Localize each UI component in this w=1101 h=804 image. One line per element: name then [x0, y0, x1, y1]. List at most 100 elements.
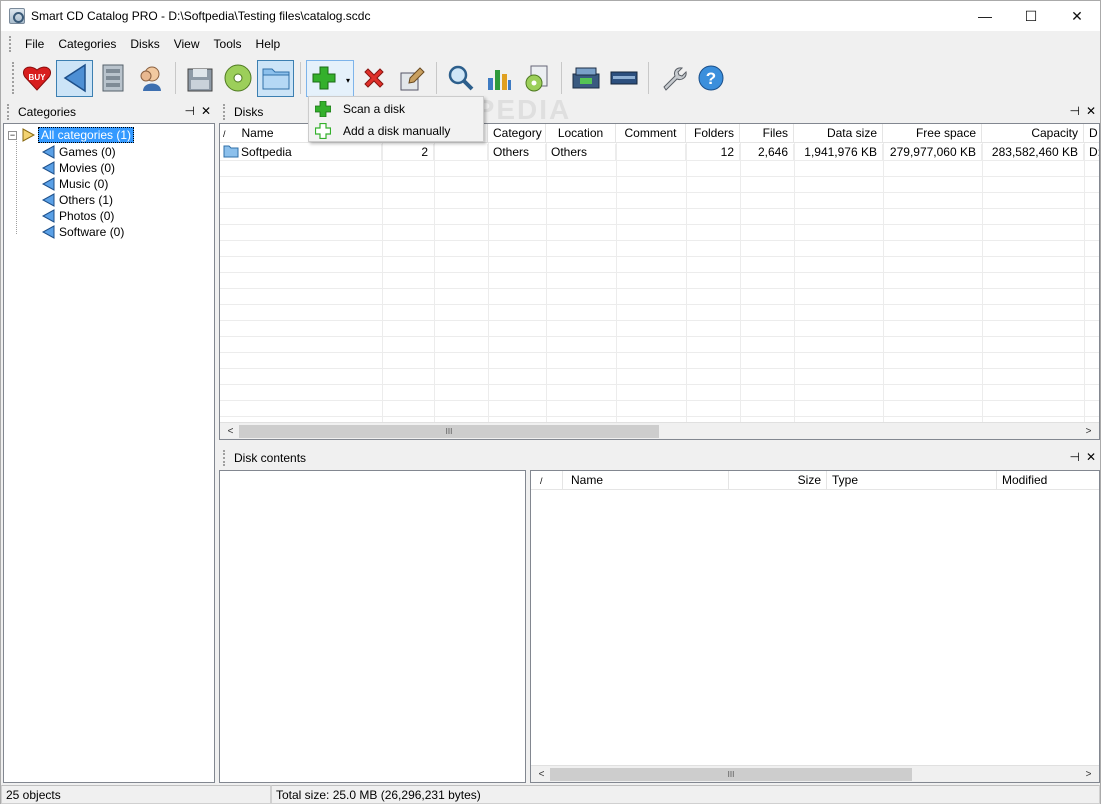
dropdown-arrow-icon[interactable]: ▾	[346, 76, 350, 85]
scroll-right-icon[interactable]: >	[1080, 423, 1097, 439]
tree-node-category[interactable]: Music (0)	[41, 177, 108, 191]
table-row[interactable]: Softpedia 2 Others Others 12 2,646 1,941,976 K…	[220, 144, 1099, 160]
settings-button[interactable]	[654, 60, 691, 97]
disks-hscrollbar[interactable]: < III >	[220, 422, 1099, 439]
search-button[interactable]	[442, 60, 479, 97]
column-header[interactable]: Category	[488, 124, 546, 143]
help-button[interactable]: ?	[692, 60, 729, 97]
column-label: Files	[762, 126, 788, 140]
column-header[interactable]: Name	[563, 471, 729, 490]
column-label: Name	[571, 473, 604, 487]
report-cd-icon	[525, 65, 547, 92]
column-label: Modified	[1002, 473, 1048, 487]
category-triangle-icon	[41, 209, 55, 223]
files-grid-header: / Name Size Type Modified	[531, 471, 1099, 490]
panel-grip[interactable]	[223, 450, 226, 466]
tree-node-category[interactable]: Software (0)	[41, 225, 124, 239]
close-panel-icon[interactable]: ✕	[1086, 450, 1096, 464]
column-header[interactable]: Location	[546, 124, 616, 143]
table-cell: 279,977,060 KB	[883, 144, 982, 160]
cell-text: 2	[421, 145, 428, 159]
menu-disks[interactable]: Disks	[123, 35, 166, 53]
column-header[interactable]: Type	[827, 471, 997, 490]
menu-view[interactable]: View	[167, 35, 207, 53]
files-hscrollbar[interactable]: < III >	[531, 765, 1099, 782]
grid-vline	[1084, 143, 1085, 423]
column-header[interactable]: Data size	[794, 124, 883, 143]
tree-node-category[interactable]: Games (0)	[41, 145, 116, 159]
pin-icon[interactable]: ⊣	[1069, 450, 1079, 464]
tree-node-category[interactable]: Others (1)	[41, 193, 113, 207]
disks-view-button[interactable]	[94, 60, 131, 97]
status-total-size: Total size: 25.0 MB (26,296,231 bytes)	[271, 785, 1100, 804]
menu-help[interactable]: Help	[249, 35, 288, 53]
folder-button[interactable]	[257, 59, 294, 97]
window-controls: — ☐ ✕	[962, 1, 1100, 31]
toolbar-separator	[175, 62, 176, 94]
menu-tools[interactable]: Tools	[207, 35, 249, 53]
add-disk-split-button[interactable]: ▾	[306, 59, 354, 97]
drive-button[interactable]	[605, 60, 642, 97]
close-panel-icon[interactable]: ✕	[201, 104, 211, 118]
categories-view-icon	[63, 63, 86, 93]
column-header[interactable]: Folders	[686, 124, 740, 143]
scroll-left-icon[interactable]: <	[533, 766, 550, 782]
scroll-right-icon[interactable]: >	[1080, 766, 1097, 782]
categories-tree[interactable]: − All categories (1) Games (0) Movies (0)…	[3, 123, 215, 783]
close-panel-icon[interactable]: ✕	[1086, 104, 1096, 118]
scan-disk-menu-item[interactable]: Scan a disk	[309, 98, 483, 120]
cd-disk-button[interactable]	[219, 60, 256, 97]
scan-floppy-button[interactable]	[181, 60, 218, 97]
report-button[interactable]	[518, 60, 555, 97]
tree-node-category[interactable]: Movies (0)	[41, 161, 115, 175]
column-header[interactable]: D	[1084, 124, 1099, 143]
tree-node-label: Music (0)	[59, 177, 109, 191]
folder-tree-pane[interactable]	[219, 470, 526, 783]
column-header[interactable]: Comment	[616, 124, 686, 143]
column-header[interactable]: Size	[729, 471, 827, 490]
tree-node-label: Games (0)	[59, 145, 116, 159]
scanner-button[interactable]	[567, 60, 604, 97]
menu-grip[interactable]	[9, 36, 12, 52]
buy-button[interactable]: BUY	[18, 60, 55, 97]
column-header[interactable]: Free space	[883, 124, 982, 143]
tree-node-category[interactable]: Photos (0)	[41, 209, 114, 223]
toolbar-separator	[436, 62, 437, 94]
add-disk-manually-menu-item[interactable]: Add a disk manually	[309, 120, 483, 142]
panel-grip[interactable]	[7, 104, 10, 120]
files-grid[interactable]: / Name Size Type Modified < III >	[530, 470, 1100, 783]
delete-button[interactable]	[355, 60, 392, 97]
close-window-button[interactable]: ✕	[1054, 1, 1100, 31]
minimize-button[interactable]: —	[962, 1, 1008, 31]
scroll-thumb[interactable]: III	[239, 425, 659, 438]
column-header[interactable]: Modified	[997, 471, 1099, 490]
menu-file[interactable]: File	[18, 35, 51, 53]
statistics-button[interactable]	[480, 60, 517, 97]
category-triangle-icon	[41, 177, 55, 191]
column-label: D	[1089, 126, 1098, 140]
properties-button[interactable]	[393, 60, 430, 97]
maximize-button[interactable]: ☐	[1008, 1, 1054, 31]
disk-folder-icon	[223, 145, 239, 158]
title-bar: Smart CD Catalog PRO - D:\Softpedia\Test…	[1, 1, 1100, 31]
panel-buttons: ⊣ ✕	[1069, 104, 1096, 118]
pin-icon[interactable]: ⊣	[184, 104, 194, 118]
column-header[interactable]: Files	[740, 124, 794, 143]
panel-grip[interactable]	[223, 104, 226, 120]
tree-root-node[interactable]: − All categories (1)	[8, 127, 135, 143]
categories-panel-title: Categories	[18, 105, 77, 119]
contacts-button[interactable]	[132, 60, 169, 97]
toolbar-grip[interactable]	[12, 62, 15, 94]
table-cell	[616, 144, 686, 160]
column-header[interactable]: Capacity	[982, 124, 1084, 143]
column-header[interactable]: /	[531, 471, 563, 490]
categories-view-button[interactable]	[56, 59, 93, 97]
tree-root-label[interactable]: All categories (1)	[38, 127, 135, 143]
disks-grid[interactable]: / Name Category Location Comment Folders Files…	[219, 123, 1100, 440]
help-question-icon: ?	[698, 65, 723, 91]
pin-icon[interactable]: ⊣	[1069, 104, 1079, 118]
menu-categories[interactable]: Categories	[51, 35, 123, 53]
collapse-icon[interactable]: −	[8, 130, 17, 140]
scroll-thumb[interactable]: III	[550, 768, 912, 781]
scroll-left-icon[interactable]: <	[222, 423, 239, 439]
